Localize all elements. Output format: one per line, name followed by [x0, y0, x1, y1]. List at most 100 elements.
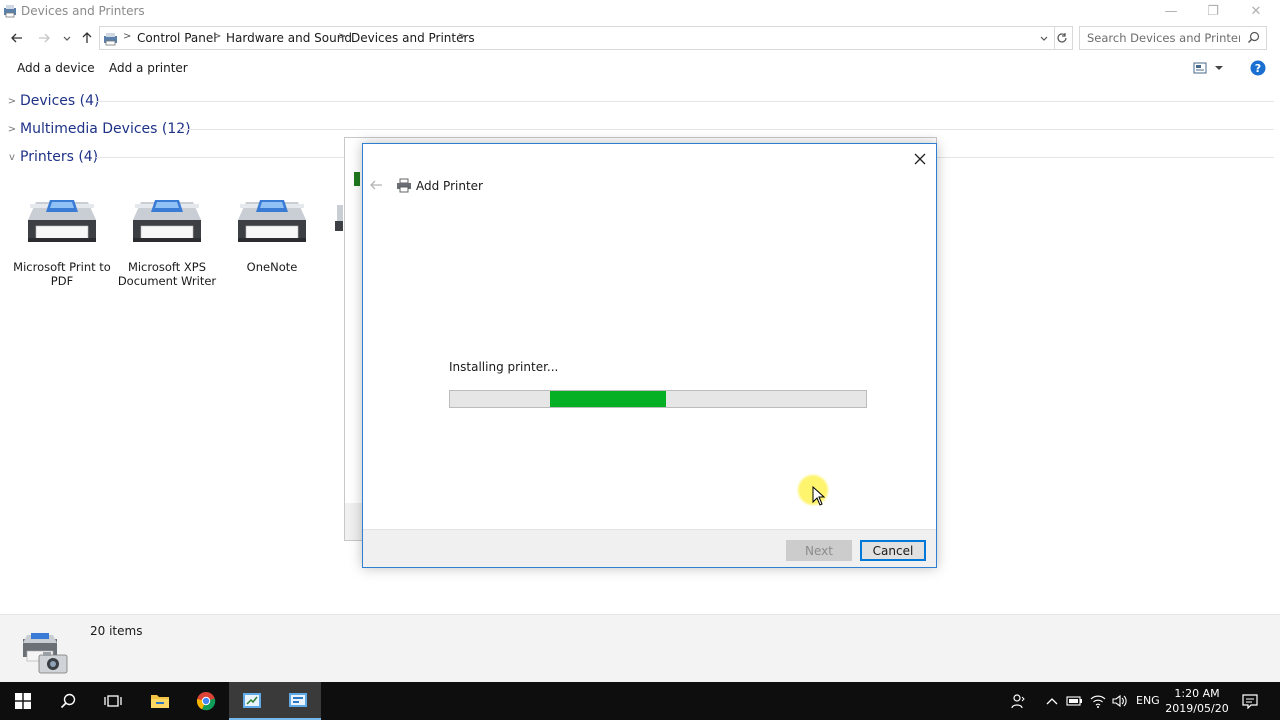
- breadcrumb-separator: >: [338, 31, 347, 42]
- clock[interactable]: 1:20 AM 2019/05/20: [1165, 686, 1229, 716]
- breadcrumb-devices-and-printers[interactable]: Devices and Printers: [351, 31, 475, 45]
- breadcrumb-separator: >: [213, 31, 222, 42]
- refresh-icon: [1056, 33, 1067, 43]
- dialog-close-button[interactable]: [910, 149, 930, 169]
- clock-date: 2019/05/20: [1165, 702, 1229, 715]
- battery-icon: [1066, 696, 1082, 706]
- back-button[interactable]: [8, 28, 26, 48]
- devices-and-printers-icon: [3, 4, 17, 18]
- search-icon[interactable]: [1247, 31, 1260, 44]
- cancel-button[interactable]: Cancel: [860, 540, 926, 561]
- help-icon[interactable]: ?: [1250, 60, 1266, 76]
- printer-item-partial[interactable]: [333, 203, 343, 233]
- up-arrow-icon: [82, 32, 92, 43]
- group-divider: [96, 101, 1274, 102]
- forward-arrow-icon: [39, 33, 50, 43]
- printer-label: OneNote: [246, 260, 298, 274]
- breadcrumb-separator: >: [123, 31, 132, 42]
- install-progress-bar: [449, 390, 867, 408]
- view-options-dropdown-icon[interactable]: [1214, 64, 1224, 72]
- chevron-down-icon: v: [9, 151, 15, 163]
- chevron-right-icon: >: [7, 123, 17, 135]
- control-panel-taskbar-button[interactable]: [229, 682, 275, 720]
- group-devices[interactable]: > Devices (4): [6, 90, 100, 112]
- chrome-button[interactable]: [183, 682, 229, 720]
- svg-text:?: ?: [1255, 62, 1261, 75]
- folder-icon: [151, 695, 169, 708]
- printer-icon: [22, 190, 102, 246]
- printer-item[interactable]: Microsoft Print to PDF: [12, 190, 112, 288]
- next-button[interactable]: Next: [786, 540, 852, 561]
- task-view-button[interactable]: [90, 682, 136, 720]
- background-dialog-icon: [354, 172, 360, 186]
- restore-button[interactable]: ❐: [1190, 0, 1236, 22]
- group-multimedia-devices[interactable]: > Multimedia Devices (12): [6, 118, 191, 140]
- chrome-icon: [196, 692, 216, 711]
- add-device-button[interactable]: Add a device: [17, 61, 95, 75]
- search-input[interactable]: [1080, 27, 1240, 49]
- taskbar: ENG 1:20 AM 2019/05/20: [0, 682, 1280, 720]
- action-center-button[interactable]: [1240, 682, 1260, 720]
- mouse-cursor-icon: [812, 486, 826, 506]
- close-window-button[interactable]: ✕: [1233, 0, 1279, 22]
- file-explorer-button[interactable]: [137, 682, 183, 720]
- printer-icon: [396, 178, 412, 196]
- chevron-right-icon: >: [7, 95, 17, 107]
- clock-time: 1:20 AM: [1174, 687, 1220, 700]
- up-button[interactable]: [78, 28, 96, 48]
- devices-and-printers-icon: [289, 693, 307, 707]
- start-button[interactable]: [0, 682, 46, 720]
- address-dropdown-icon[interactable]: [1039, 34, 1049, 44]
- progress-fill: [550, 391, 666, 407]
- recent-locations-button[interactable]: [58, 28, 76, 48]
- devices-and-printers-icon: [17, 631, 73, 680]
- control-panel-icon: [243, 693, 261, 708]
- wifi-icon: [1090, 695, 1106, 708]
- battery-button[interactable]: [1064, 682, 1084, 720]
- devices-printers-taskbar-button[interactable]: [275, 682, 321, 720]
- title-bar: Devices and Printers — ❐ ✕: [0, 0, 1280, 22]
- printer-label: Microsoft Print to PDF: [13, 260, 111, 288]
- printer-icon: [335, 205, 343, 231]
- dialog-back-button[interactable]: [369, 179, 383, 194]
- people-button[interactable]: [1006, 682, 1030, 720]
- dialog-title: Add Printer: [416, 179, 483, 193]
- notification-icon: [1242, 694, 1258, 709]
- people-icon: [1011, 694, 1025, 709]
- search-box[interactable]: [1079, 26, 1267, 50]
- taskbar-search-button[interactable]: [45, 682, 91, 720]
- group-title-printers: Printers (4): [20, 149, 99, 165]
- close-icon: [914, 153, 926, 165]
- add-printer-button[interactable]: Add a printer: [109, 61, 188, 75]
- group-divider: [180, 129, 1274, 130]
- group-printers[interactable]: v Printers (4): [6, 146, 98, 168]
- window-title: Devices and Printers: [21, 4, 145, 18]
- breadcrumb-hardware-and-sound[interactable]: Hardware and Sound: [226, 31, 352, 45]
- printer-item[interactable]: Microsoft XPS Document Writer: [117, 190, 217, 288]
- printer-icon: [232, 190, 312, 246]
- address-bar[interactable]: > Control Panel > Hardware and Sound > D…: [99, 26, 1055, 50]
- chevron-down-icon: [63, 36, 71, 41]
- details-pane: 20 items: [0, 614, 1280, 682]
- task-view-icon: [104, 695, 122, 707]
- back-arrow-icon: [370, 180, 382, 190]
- command-bar: Add a device Add a printer ?: [0, 55, 1280, 81]
- forward-button[interactable]: [35, 28, 53, 48]
- minimize-button[interactable]: —: [1148, 0, 1194, 22]
- item-count: 20 items: [90, 624, 143, 638]
- breadcrumb-separator: >: [458, 31, 467, 42]
- breadcrumb-control-panel[interactable]: Control Panel: [137, 31, 217, 45]
- change-view-icon[interactable]: [1193, 62, 1207, 74]
- windows-logo-icon: [15, 693, 31, 709]
- refresh-button[interactable]: [1051, 26, 1073, 50]
- install-status-text: Installing printer...: [449, 360, 559, 374]
- printer-item[interactable]: OneNote: [222, 190, 322, 274]
- group-title-devices: Devices (4): [20, 93, 100, 109]
- group-title-multimedia: Multimedia Devices (12): [20, 121, 191, 137]
- network-button[interactable]: [1088, 682, 1108, 720]
- speaker-icon: [1112, 694, 1127, 708]
- input-language[interactable]: ENG: [1136, 694, 1160, 707]
- show-hidden-icons-button[interactable]: [1042, 682, 1062, 720]
- dialog-footer: Next Cancel: [363, 529, 936, 567]
- volume-button[interactable]: [1110, 682, 1130, 720]
